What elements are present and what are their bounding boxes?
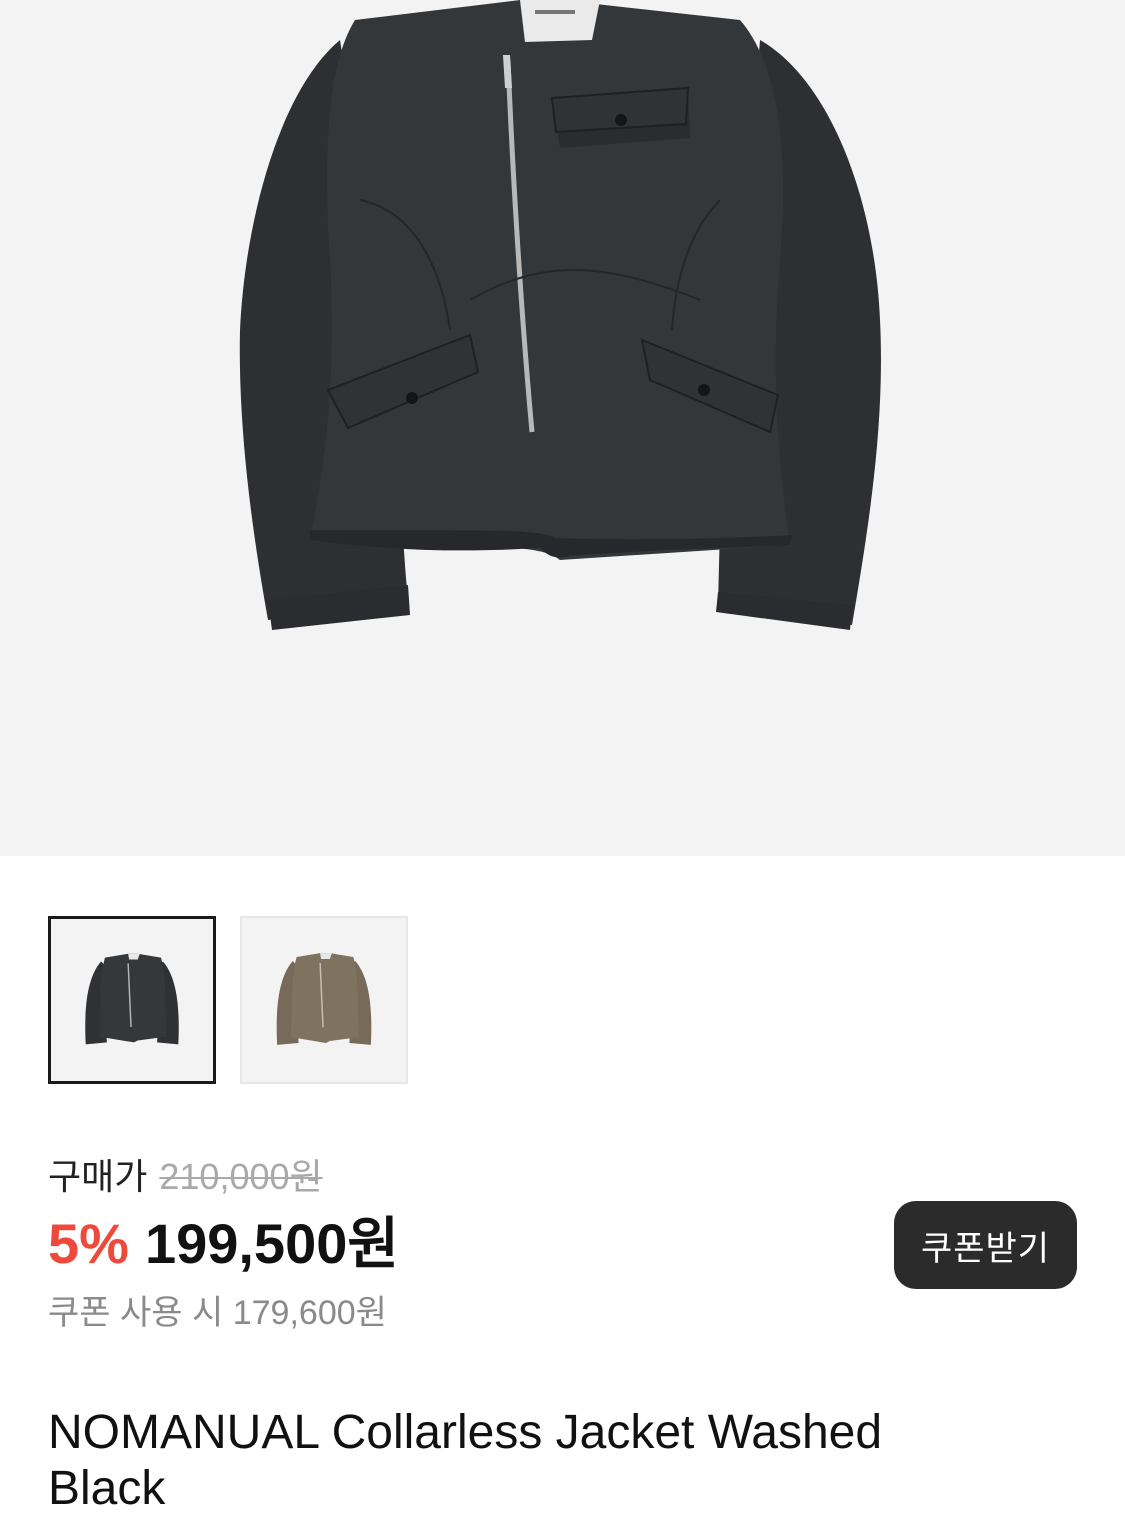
price-block: 구매가 210,000원 5% 199,500원 쿠폰 사용 시 179,600… [48,1155,399,1335]
product-title: NOMANUAL Collarless Jacket Washed Black [48,1406,883,1515]
product-main-image[interactable] [0,0,1125,856]
discount-rate: 5% [48,1212,129,1275]
coupon-price-text: 쿠폰 사용 시 179,600원 [48,1294,387,1332]
get-coupon-button[interactable]: 쿠폰받기 [894,1201,1077,1289]
sale-price-row: 5% 199,500원 [48,1209,399,1279]
jacket-illustration [239,0,881,630]
jacket-thumbnail-khaki [276,953,372,1045]
sale-price: 199,500원 [144,1212,399,1275]
thumbnail-strip [48,916,408,1084]
original-price: 210,000원 [159,1156,323,1197]
purchase-price-label: 구매가 [48,1156,148,1197]
purchase-price-row: 구매가 210,000원 [48,1155,399,1199]
jacket-thumbnail-black [85,953,179,1045]
thumbnail-khaki[interactable] [240,916,408,1084]
thumbnail-washed-black[interactable] [48,916,216,1084]
